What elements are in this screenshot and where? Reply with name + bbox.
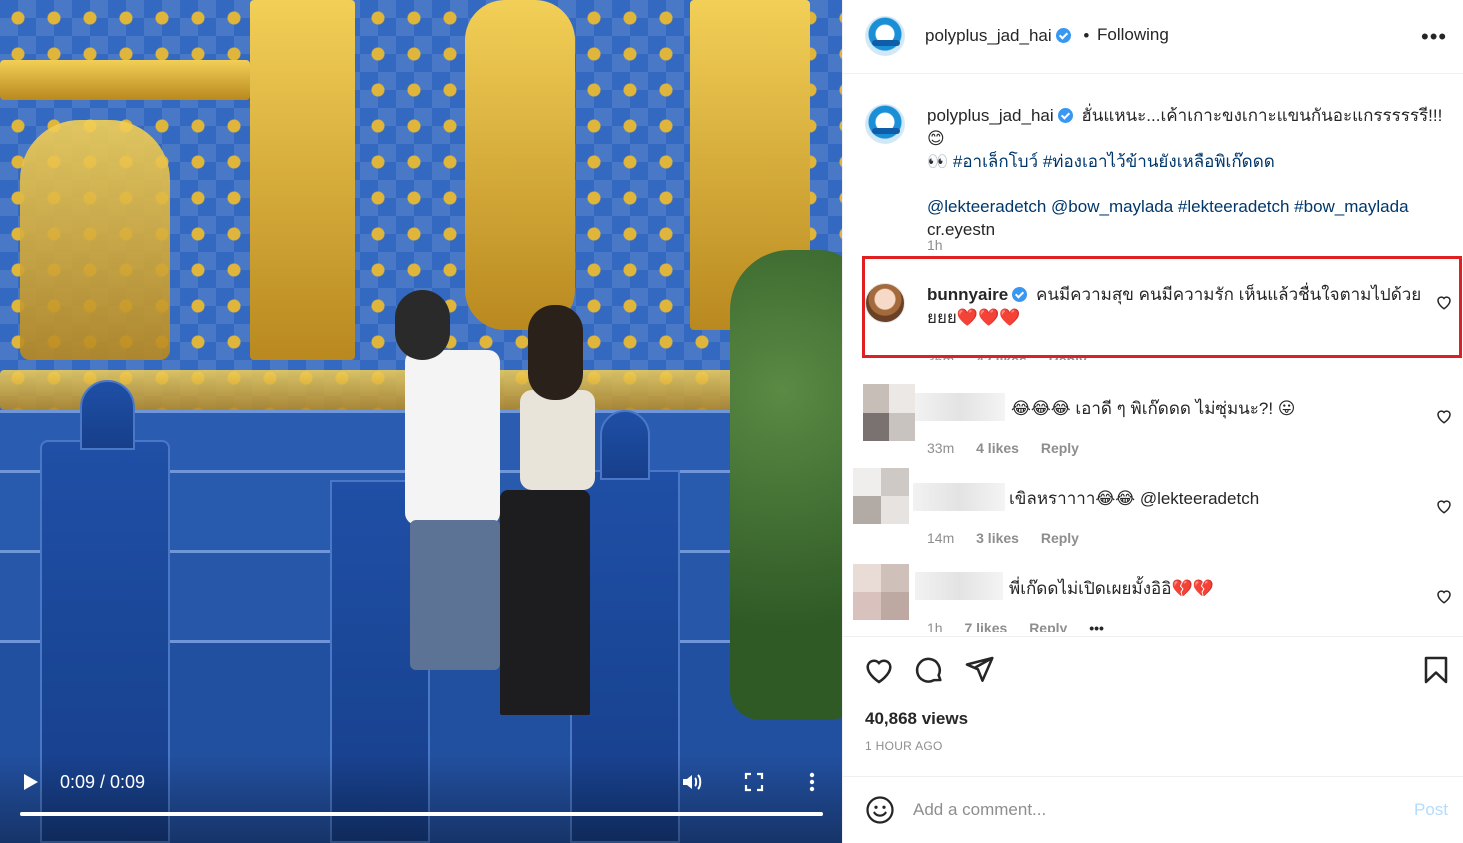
blurred-avatar — [853, 468, 909, 524]
comment-likes[interactable]: 4 likes — [976, 440, 1019, 456]
heart-icon[interactable] — [863, 654, 895, 686]
account-avatar[interactable] — [865, 16, 905, 56]
caption-avatar[interactable] — [865, 104, 905, 144]
post-button[interactable]: Post — [1414, 800, 1448, 820]
comments-section: polyplus_jad_hai ฮั่นแหนะ...เค้าเกาะขงเก… — [843, 75, 1463, 637]
more-vertical-icon[interactable] — [800, 770, 824, 794]
add-comment-bar: Post — [843, 776, 1463, 843]
woman-figure — [520, 390, 595, 490]
caption: polyplus_jad_hai ฮั่นแหนะ...เค้าเกาะขงเก… — [927, 104, 1447, 241]
caption-time: 1h — [927, 237, 943, 253]
comment-time: 14m — [927, 530, 955, 546]
blue-pillar — [80, 380, 135, 450]
post-header: polyplus_jad_hai • Following ••• — [843, 0, 1463, 74]
bush — [730, 250, 842, 720]
woman-head — [528, 305, 583, 400]
verified-icon — [1055, 28, 1071, 43]
man-jeans — [410, 520, 500, 670]
comment-time: 1h — [927, 620, 943, 632]
views-count[interactable]: 40,868 views — [865, 709, 968, 729]
post-actions: 40,868 views 1 HOUR AGO — [843, 638, 1463, 778]
heart-icon[interactable] — [1435, 407, 1453, 425]
header-username-wrap: polyplus_jad_hai • — [925, 26, 1089, 46]
heart-icon[interactable] — [1435, 497, 1453, 515]
play-icon[interactable] — [18, 770, 42, 794]
header-username[interactable]: polyplus_jad_hai — [925, 26, 1052, 45]
gold-ornament — [0, 60, 250, 100]
video-controls — [0, 753, 842, 843]
volume-icon[interactable] — [680, 770, 704, 794]
reply-button[interactable]: Reply — [1029, 620, 1067, 632]
reply-button[interactable]: Reply — [1041, 440, 1079, 456]
emoji-icon[interactable] — [865, 795, 895, 825]
following-button[interactable]: Following — [1097, 25, 1169, 45]
blurred-avatar — [863, 384, 915, 441]
caption-text-4: cr.eyestn — [927, 220, 996, 239]
man-figure — [405, 350, 500, 525]
post-timestamp[interactable]: 1 HOUR AGO — [865, 739, 943, 753]
instagram-post-view: 0:09 / 0:09 polyplus_jad_hai • Following… — [0, 0, 1463, 843]
man-head — [395, 290, 450, 360]
separator-dot: • — [1083, 26, 1090, 45]
comment-likes[interactable]: 7 likes — [964, 620, 1007, 632]
video-player[interactable]: 0:09 / 0:09 — [0, 0, 842, 843]
comment-text: 😂😂😂 เอาดี ๆ พิเก๊ดดด ไม่ซุ่มนะ?! 😛 — [1011, 399, 1296, 418]
comment-icon[interactable] — [913, 654, 945, 686]
comment-more-icon[interactable]: ••• — [1089, 620, 1104, 632]
post-panel: polyplus_jad_hai • Following ••• polyplu… — [842, 0, 1463, 843]
fullscreen-icon[interactable] — [742, 770, 766, 794]
heart-icon[interactable] — [1435, 587, 1453, 605]
video-time: 0:09 / 0:09 — [60, 772, 146, 792]
comment-text: เขิลหราาาา😂😂 @lekteeradetch — [1009, 489, 1260, 508]
gold-ornament — [250, 0, 355, 360]
gold-ornament — [20, 120, 170, 360]
comment-input[interactable] — [913, 796, 1383, 824]
caption-text-3[interactable]: @lekteeradetch @bow_maylada #lekteeradet… — [927, 195, 1447, 218]
comment-time: 33m — [927, 440, 955, 456]
comment-likes[interactable]: 3 likes — [976, 530, 1019, 546]
more-options-icon[interactable]: ••• — [1421, 26, 1447, 48]
woman-skirt — [500, 490, 590, 715]
video-progress-bar[interactable] — [20, 812, 823, 816]
blue-pillar — [600, 410, 650, 480]
comment-meta: 14m 3 likes Reply — [927, 530, 1079, 546]
highlight-box — [862, 256, 1462, 358]
blurred-username — [915, 572, 1003, 600]
blurred-avatar — [853, 564, 909, 620]
bookmark-icon[interactable] — [1420, 654, 1452, 686]
verified-icon — [1057, 108, 1073, 123]
blurred-username — [913, 483, 1005, 511]
caption-username[interactable]: polyplus_jad_hai — [927, 106, 1054, 125]
comment-text: พี่เก๊ดดไม่เปิดเผยมั้งอิอิ💔💔 — [1009, 579, 1214, 598]
share-icon[interactable] — [963, 654, 995, 686]
blurred-username — [915, 393, 1005, 421]
video-progress-fill — [20, 812, 823, 816]
comment-meta: 33m 4 likes Reply — [927, 440, 1079, 456]
reply-button[interactable]: Reply — [1041, 530, 1079, 546]
comment-meta: 1h 7 likes Reply ••• — [927, 620, 1104, 632]
gold-ornament — [465, 0, 575, 330]
caption-line: polyplus_jad_hai ฮั่นแหนะ...เค้าเกาะขงเก… — [927, 104, 1447, 150]
caption-text-2[interactable]: 👀 #อาเล็กโบว์ #ท่องเอาไว้ข้านยังเหลือพิเ… — [927, 150, 1447, 173]
